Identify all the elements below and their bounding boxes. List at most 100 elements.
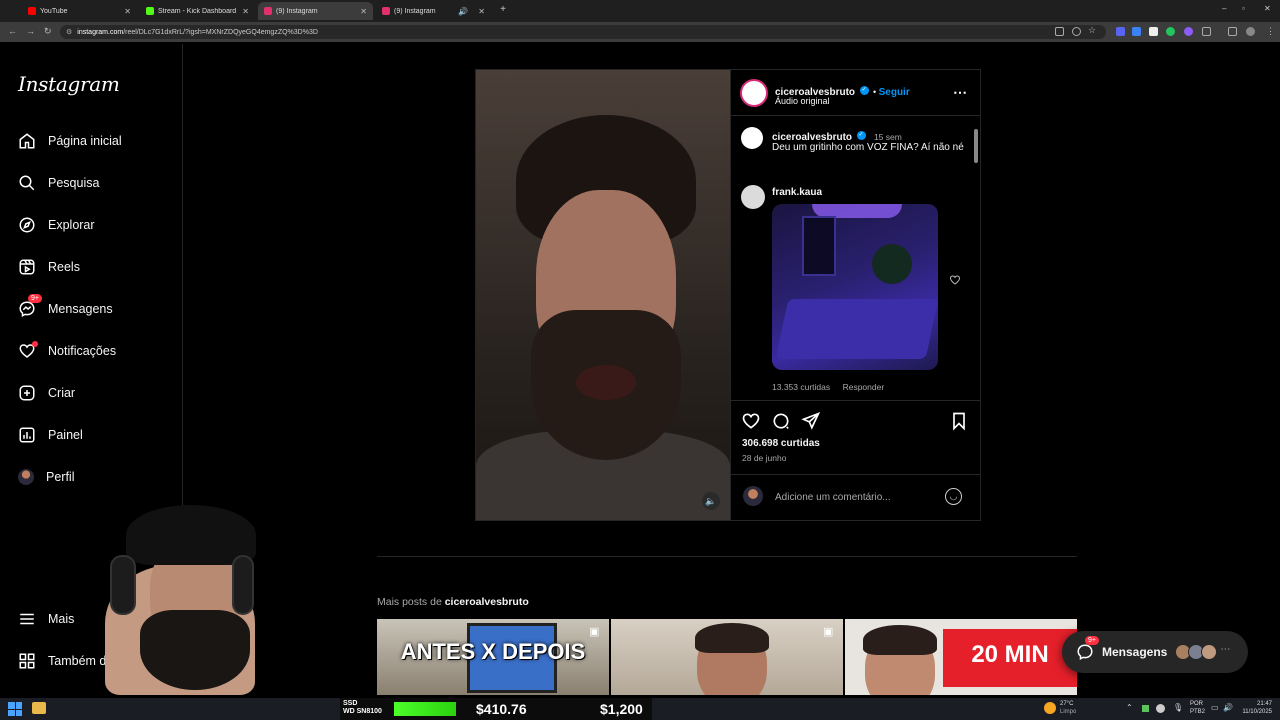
reel-video[interactable]: 🔈: [476, 70, 730, 520]
sidebar-item-label: Painel: [48, 428, 83, 442]
comments-list: ciceroalvesbruto ✓ 15 sem Deu um gritinh…: [731, 117, 981, 401]
verified-icon: ✓: [859, 86, 869, 96]
unread-badge: 9+: [1085, 636, 1099, 645]
tab-instagram-active[interactable]: (9) Instagram ✕: [258, 2, 373, 20]
share-send-icon[interactable]: [801, 411, 821, 431]
extension-icon[interactable]: [1116, 27, 1125, 36]
like-heart-icon[interactable]: [741, 411, 761, 431]
messages-pill-label: Mensagens: [1102, 645, 1168, 659]
comment-input[interactable]: Adicione um comentário...: [775, 492, 891, 503]
more-post-card[interactable]: 20 MIN: [845, 619, 1077, 695]
comment-bubble-icon[interactable]: [771, 411, 791, 431]
more-avatars-icon: ⋯: [1220, 644, 1231, 655]
new-tab-button[interactable]: +: [497, 4, 509, 16]
chrome-menu-icon[interactable]: ⋮: [1266, 26, 1275, 37]
url-path: /reel/DLc7G1dxRrL/?igsh=MXNrZDQyeGQ4emgz…: [123, 28, 318, 36]
sidebar-item-profile[interactable]: Perfil: [18, 466, 74, 488]
close-window-button[interactable]: ✕: [1264, 4, 1271, 13]
side-panel-icon[interactable]: [1228, 27, 1237, 36]
sidebar-item-label: Notificações: [48, 344, 117, 358]
author-avatar[interactable]: [741, 127, 763, 149]
windows-start-icon[interactable]: [8, 702, 22, 716]
sidebar-item-label: Pesquisa: [48, 176, 100, 190]
reel-post: 🔈 ciceroalvesbruto ✓ • Seguir Áudio orig…: [475, 69, 981, 521]
site-info-icon[interactable]: ⚙: [66, 28, 72, 36]
sidebar-item-messages[interactable]: 9+ Mensagens: [18, 294, 113, 320]
extension-icon[interactable]: [1149, 27, 1158, 36]
more-posts-username[interactable]: ciceroalvesbruto: [445, 596, 529, 608]
comment-meta: 13.353 curtidas Responder: [772, 377, 884, 395]
compass-icon: [19, 217, 35, 233]
audio-playing-icon[interactable]: 🔊: [458, 7, 468, 16]
address-bar[interactable]: ⚙ instagram.com/reel/DLc7G1dxRrL/?igsh=M…: [60, 25, 1106, 39]
comments-scrollbar[interactable]: [973, 119, 979, 399]
post-date: 28 de junho: [742, 453, 787, 463]
sidebar-item-create[interactable]: Criar: [18, 382, 75, 404]
speaker-icon[interactable]: 🔊: [1223, 703, 1233, 712]
more-posts-prefix: Mais posts de: [377, 596, 442, 608]
url-host: instagram.com: [77, 28, 124, 36]
instagram-logo[interactable]: Instagram: [18, 72, 120, 96]
extension-icon[interactable]: [1184, 27, 1193, 36]
zoom-icon[interactable]: [1072, 27, 1081, 36]
reply-button[interactable]: Responder: [843, 382, 885, 392]
author-avatar[interactable]: [740, 79, 768, 107]
comment-username[interactable]: frank.kaua: [772, 187, 822, 198]
kick-icon: [146, 7, 154, 15]
audio-link[interactable]: Áudio original: [775, 96, 830, 106]
tray-chevron-icon[interactable]: ⌃: [1126, 703, 1133, 712]
close-tab-icon[interactable]: ✕: [478, 7, 485, 16]
file-explorer-icon[interactable]: [32, 702, 46, 714]
close-tab-icon[interactable]: ✕: [242, 7, 249, 16]
microphone-icon[interactable]: 🎙: [1173, 703, 1183, 712]
comment-likes[interactable]: 13.353 curtidas: [772, 382, 830, 392]
browser-toolbar: ← → ↻ ⚙ instagram.com/reel/DLc7G1dxRrL/?…: [0, 22, 1280, 42]
sidebar-item-search[interactable]: Pesquisa: [18, 172, 99, 194]
extensions-puzzle-icon[interactable]: [1202, 27, 1211, 36]
tab-kick[interactable]: Stream - Kick Dashboard ✕: [140, 2, 255, 20]
maximize-button[interactable]: ▫: [1242, 4, 1245, 13]
bookmark-star-icon[interactable]: ☆: [1088, 25, 1096, 36]
headphones-icon: [232, 555, 254, 615]
network-icon[interactable]: ▭: [1211, 703, 1219, 712]
sidebar-item-home[interactable]: Página inicial: [18, 130, 122, 152]
reload-icon[interactable]: ↻: [44, 26, 52, 37]
weather-widget[interactable]: 27°C Limpo: [1060, 700, 1076, 716]
extension-icon[interactable]: [1166, 27, 1175, 36]
price-1: $410.76: [476, 701, 527, 717]
emoji-icon[interactable]: ◡: [945, 488, 962, 505]
price-2: $1,200: [600, 701, 643, 717]
cast-icon[interactable]: [1055, 27, 1064, 36]
tray-app-icon[interactable]: [1142, 705, 1149, 712]
messages-pill[interactable]: 9+ Mensagens ⋯: [1062, 631, 1248, 673]
tab-youtube[interactable]: YouTube ✕: [22, 2, 137, 20]
tray-app-icon[interactable]: [1156, 704, 1165, 713]
instagram-tab-icon: [382, 7, 390, 15]
likes-count[interactable]: 306.698 curtidas: [742, 438, 820, 449]
more-post-card[interactable]: ▣: [611, 619, 843, 695]
extension-icon[interactable]: [1132, 27, 1141, 36]
commenter-avatar[interactable]: [741, 185, 765, 209]
more-options-icon[interactable]: ⋯: [953, 84, 967, 101]
follow-button[interactable]: Seguir: [879, 87, 910, 98]
minimize-button[interactable]: –: [1222, 4, 1226, 13]
sidebar-item-explore[interactable]: Explorar: [18, 214, 95, 236]
sidebar-item-reels[interactable]: Reels: [18, 256, 80, 278]
dashboard-icon: [19, 427, 35, 443]
like-comment-icon[interactable]: [949, 273, 961, 291]
volume-icon[interactable]: 🔈: [702, 492, 720, 510]
tab-instagram[interactable]: (9) Instagram 🔊 ✕: [376, 2, 491, 20]
back-icon[interactable]: ←: [8, 26, 17, 36]
avatar: [18, 469, 34, 485]
profile-avatar-icon[interactable]: [1246, 27, 1255, 36]
close-tab-icon[interactable]: ✕: [124, 7, 131, 16]
forward-icon[interactable]: →: [26, 26, 35, 36]
more-post-card[interactable]: ANTES X DEPOIS ▣: [377, 619, 609, 695]
reels-icon: ▣: [589, 626, 600, 638]
save-bookmark-icon[interactable]: [949, 411, 969, 431]
language-indicator[interactable]: POR PTB2: [1190, 700, 1205, 716]
clock[interactable]: 21:47 11/10/2025: [1240, 700, 1272, 716]
sidebar-item-notifications[interactable]: Notificações: [18, 340, 116, 362]
sidebar-item-dashboard[interactable]: Painel: [18, 424, 83, 446]
close-tab-icon[interactable]: ✕: [360, 7, 367, 16]
